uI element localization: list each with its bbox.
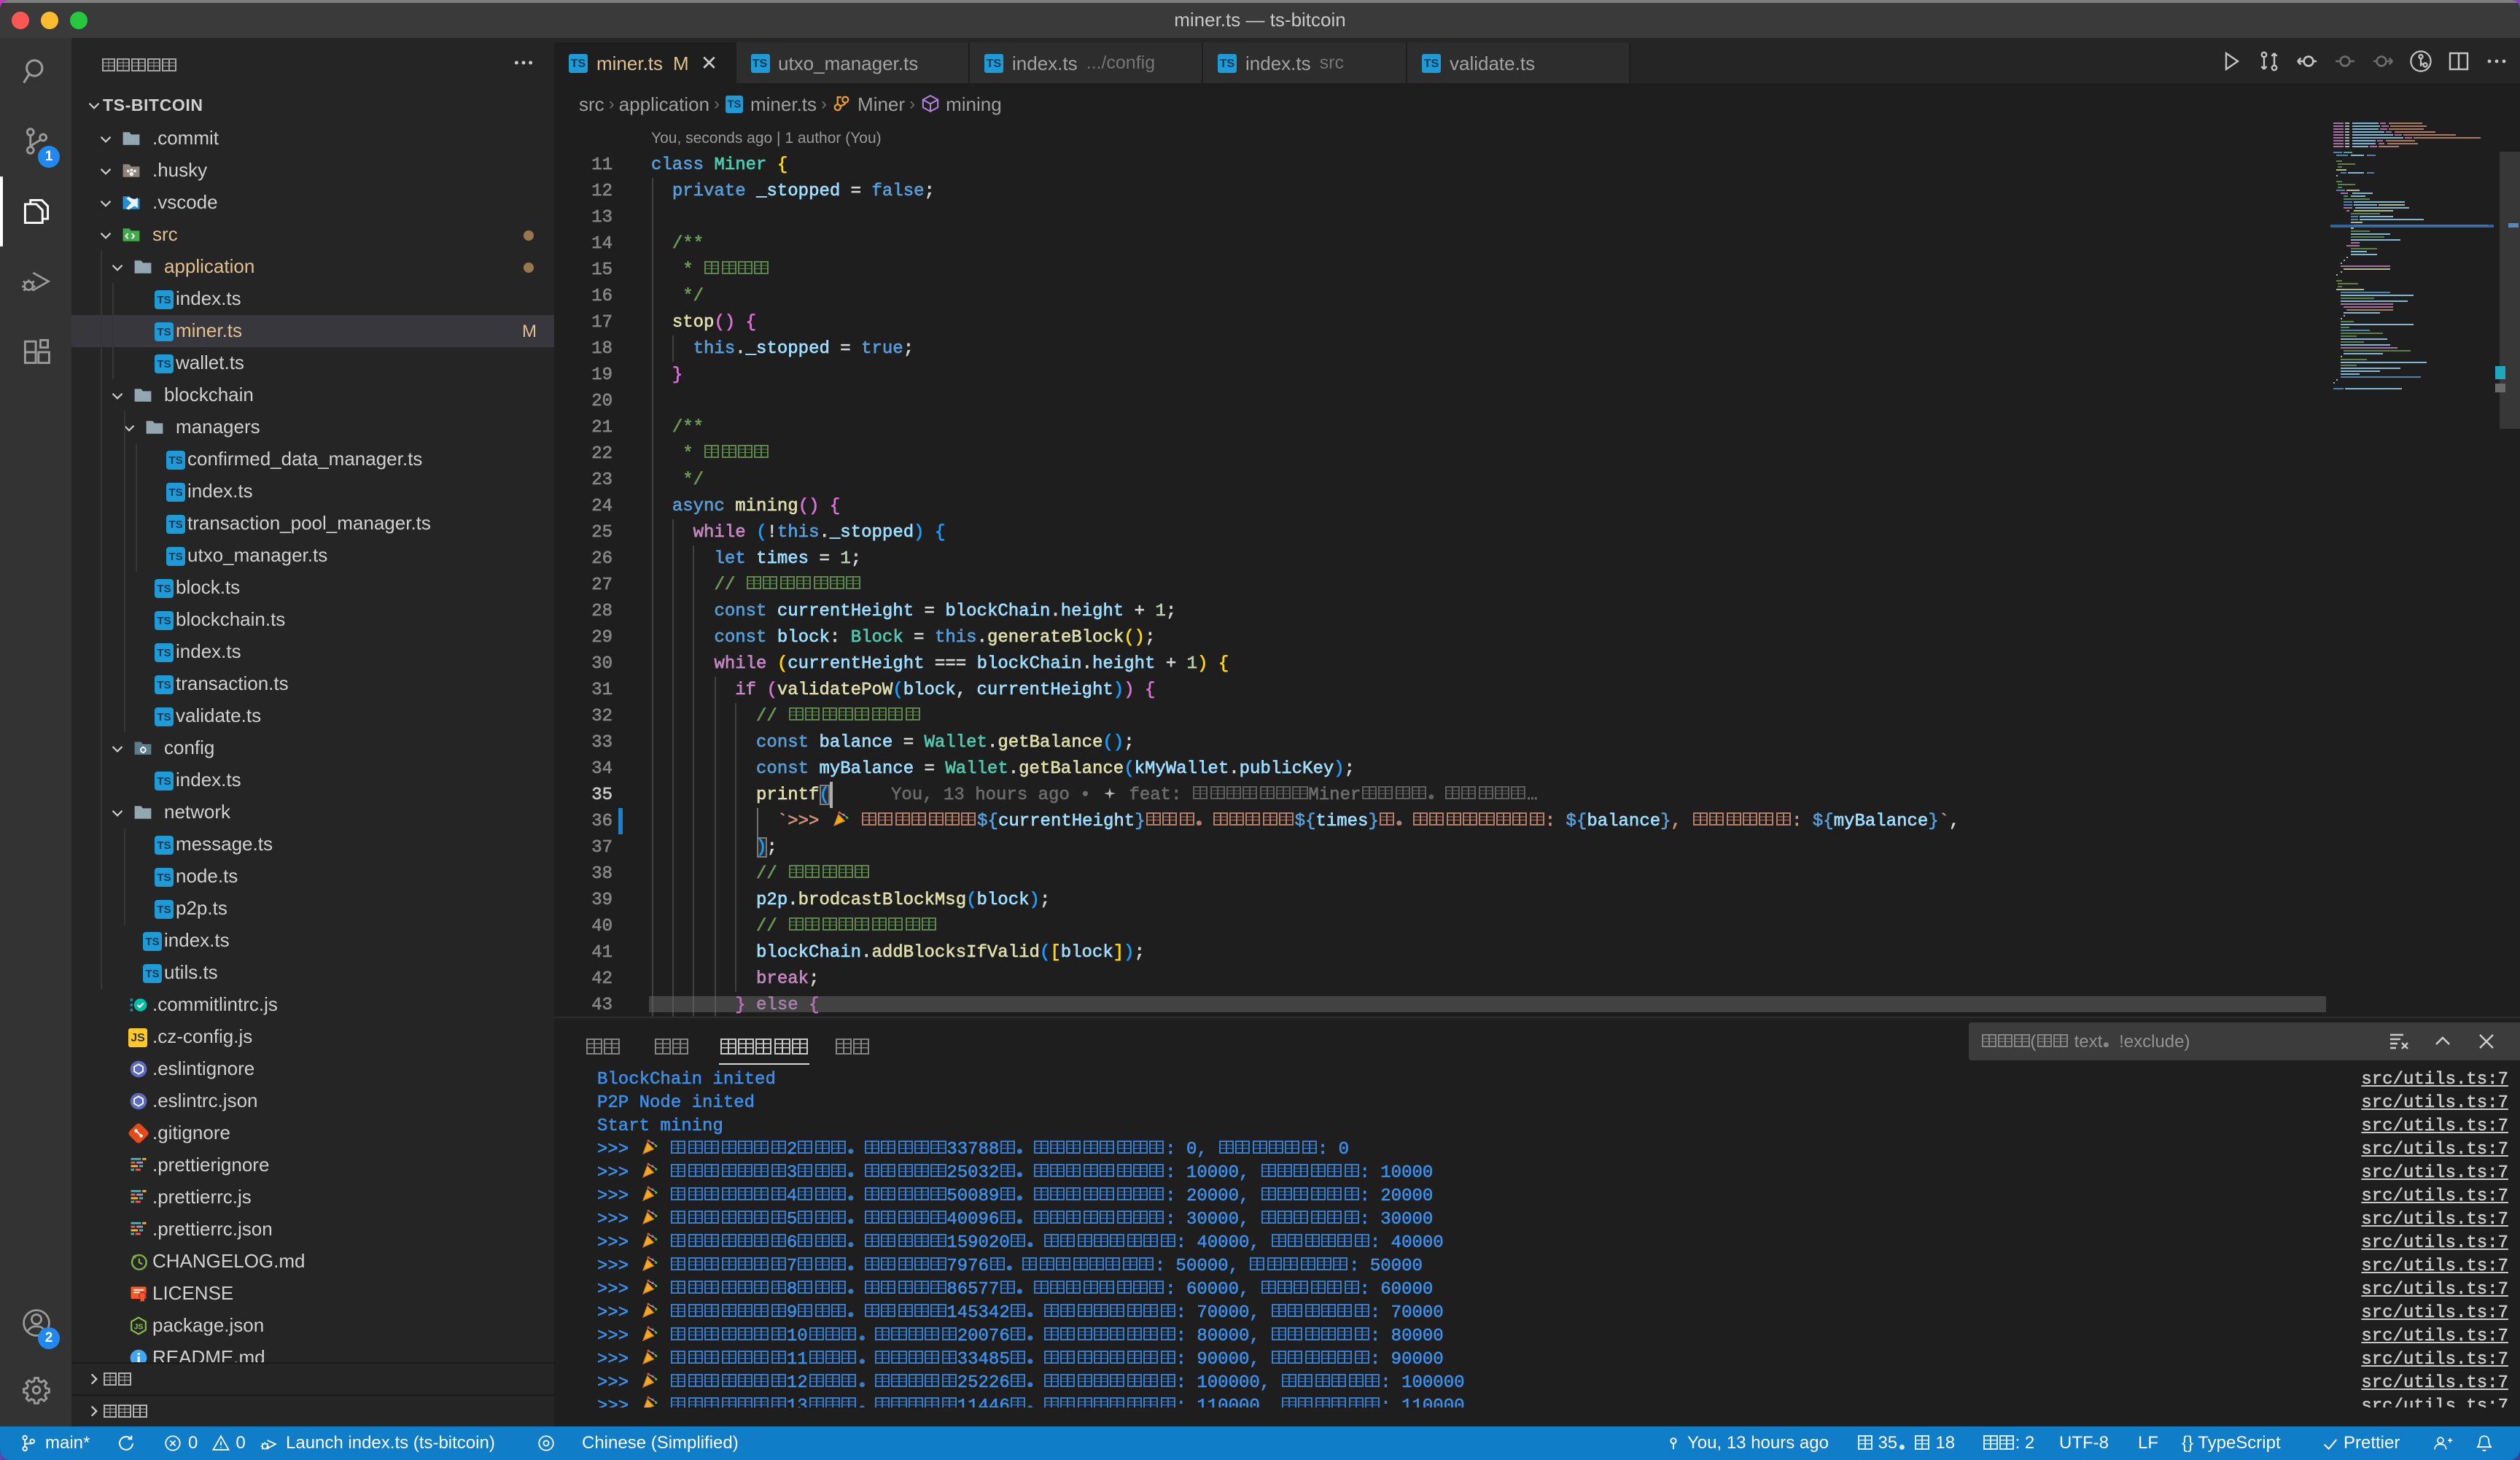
- svg-text:JS: JS: [134, 1322, 144, 1331]
